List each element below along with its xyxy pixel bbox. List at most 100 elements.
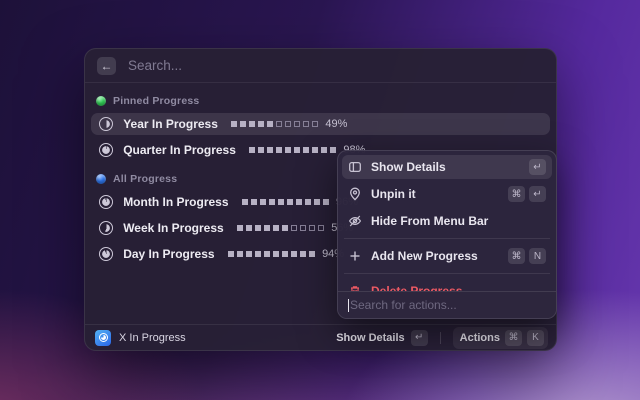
progress-block <box>282 251 289 258</box>
progress-blocks <box>242 199 330 206</box>
list-item-label: Week In Progress <box>123 221 224 235</box>
progress-block <box>309 225 316 232</box>
menu-item-label: Add New Progress <box>371 249 499 263</box>
menu-item-label: Hide From Menu Bar <box>371 214 546 228</box>
progress-block <box>312 147 319 154</box>
list-item-label: Day In Progress <box>123 247 214 261</box>
primary-action-label: Show Details <box>336 332 404 344</box>
list-item-label: Quarter In Progress <box>123 143 236 157</box>
section-header-pinned: Pinned Progress <box>91 87 550 112</box>
progress-block <box>240 121 247 128</box>
progress-block <box>273 251 280 258</box>
progress-block <box>321 147 328 154</box>
list-item-year-in-progress[interactable]: Year In Progress 49% <box>91 113 550 135</box>
progress-block <box>258 121 265 128</box>
back-button[interactable]: ← <box>97 57 116 75</box>
search-input[interactable]: Search... <box>128 58 182 73</box>
progress-block <box>300 225 307 232</box>
command-key-icon: ⌘ <box>505 330 522 346</box>
progress-block <box>291 225 298 232</box>
list-item-label: Month In Progress <box>123 195 228 209</box>
progress-block <box>237 225 244 232</box>
actions-label: Actions <box>460 332 500 344</box>
actions-button[interactable]: Actions ⌘ K <box>453 327 548 349</box>
progress-pie-icon <box>99 247 113 261</box>
footer-divider <box>440 332 441 344</box>
pinned-dot-icon <box>96 96 106 106</box>
progress-block <box>264 225 271 232</box>
eye-slash-icon <box>348 214 362 228</box>
menu-item-label: Show Details <box>371 160 520 174</box>
progress-block <box>303 121 310 128</box>
progress-block <box>255 225 262 232</box>
search-bar: ← Search... <box>85 49 556 83</box>
progress-block <box>267 121 274 128</box>
progress-block <box>237 251 244 258</box>
menu-item-hide-from-menu-bar[interactable]: Hide From Menu Bar <box>342 209 552 233</box>
primary-action[interactable]: Show Details ↵ <box>336 330 427 346</box>
progress-blocks <box>237 225 325 232</box>
menu-item-delete-progress[interactable]: Delete Progress <box>342 279 552 291</box>
command-key-icon: ⌘ <box>508 248 525 264</box>
progress-block <box>249 147 256 154</box>
progress-block <box>231 121 238 128</box>
app-name: X In Progress <box>119 332 186 344</box>
menu-item-show-details[interactable]: Show Details ↵ <box>342 155 552 179</box>
app-icon <box>95 330 111 346</box>
progress-block <box>276 147 283 154</box>
progress-blocks <box>249 147 337 154</box>
progress-block <box>249 121 256 128</box>
progress-block <box>330 147 337 154</box>
k-key-icon: K <box>527 330 544 346</box>
progress-block <box>251 199 258 206</box>
n-key-icon: N <box>529 248 546 264</box>
progress-block <box>303 147 310 154</box>
progress-block <box>287 199 294 206</box>
menu-divider <box>344 238 550 239</box>
back-arrow-icon: ← <box>101 59 113 73</box>
actions-menu: Show Details ↵ Unpin it ⌘ ↵ <box>337 150 557 319</box>
progress-block <box>273 225 280 232</box>
progress-block <box>285 147 292 154</box>
progress-block <box>264 251 271 258</box>
progress-block <box>305 199 312 206</box>
menu-item-label: Delete Progress <box>371 284 546 291</box>
progress-block <box>296 199 303 206</box>
progress-block <box>294 147 301 154</box>
menu-item-add-new-progress[interactable]: Add New Progress ⌘ N <box>342 244 552 268</box>
list-item-label: Year In Progress <box>123 117 218 131</box>
progress-block <box>246 251 253 258</box>
menu-divider <box>344 273 550 274</box>
sidebar-icon <box>348 160 362 174</box>
menu-item-unpin-it[interactable]: Unpin it ⌘ ↵ <box>342 182 552 206</box>
progress-pie-icon <box>99 221 113 235</box>
progress-block <box>282 225 289 232</box>
progress-block <box>267 147 274 154</box>
actions-search-input[interactable]: Search for actions... <box>338 291 556 318</box>
menu-item-label: Unpin it <box>371 187 499 201</box>
command-key-icon: ⌘ <box>508 186 525 202</box>
progress-block <box>291 251 298 258</box>
progress-block <box>278 199 285 206</box>
text-caret <box>348 299 349 312</box>
app-pie-glyph <box>99 333 108 342</box>
desktop-wallpaper: ← Search... Pinned Progress Year In Prog… <box>0 0 640 400</box>
progress-block <box>276 121 283 128</box>
progress-pie-icon <box>99 117 113 131</box>
section-label: All Progress <box>113 173 177 185</box>
progress-pie-icon <box>99 143 113 157</box>
progress-block <box>242 199 249 206</box>
progress-block <box>300 251 307 258</box>
progress-block <box>294 121 301 128</box>
progress-block <box>312 121 319 128</box>
plus-icon <box>348 249 362 263</box>
progress-block <box>323 199 330 206</box>
progress-pie-icon <box>99 195 113 209</box>
progress-block <box>228 251 235 258</box>
progress-block <box>309 251 316 258</box>
return-key-icon: ↵ <box>529 159 546 175</box>
progress-block <box>255 251 262 258</box>
progress-blocks <box>231 121 319 128</box>
section-label: Pinned Progress <box>113 95 199 107</box>
pin-icon <box>348 187 362 201</box>
